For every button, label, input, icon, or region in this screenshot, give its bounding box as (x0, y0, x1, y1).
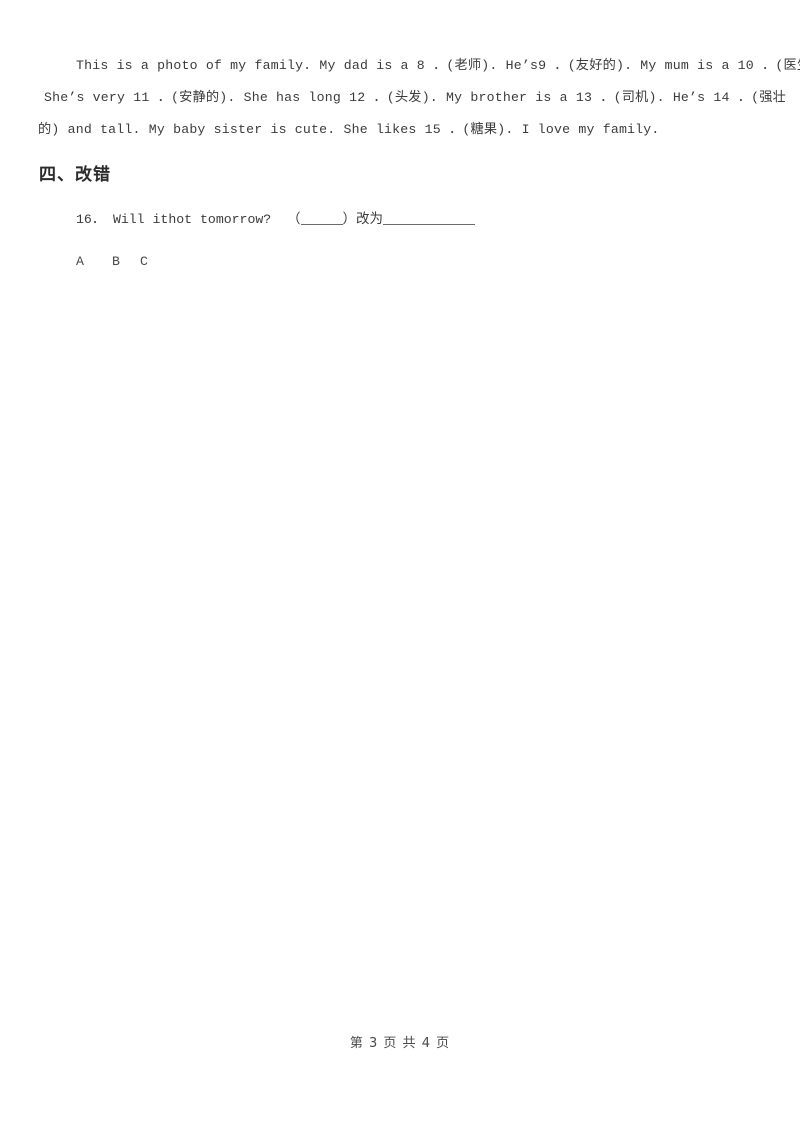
choice-c[interactable]: C (140, 254, 148, 269)
passage-line: 的) and tall. My baby sister is cute. She… (38, 122, 660, 137)
cloze-passage: This is a photo of my family. My dad is … (38, 50, 800, 146)
document-page: This is a photo of my family. My dad is … (0, 0, 800, 1132)
paren-open: （ (287, 211, 301, 227)
section-heading: 四、改错 (39, 165, 111, 185)
question-number: 16 (76, 212, 92, 227)
passage-line: She’s very 11 ．(安静的). She has long 12 ．(… (44, 90, 787, 105)
answer-blank-error[interactable] (300, 211, 343, 225)
question-separator: ． (91, 212, 106, 227)
answer-choices: ABC (76, 254, 148, 269)
question-stem: Will ithot tomorrow? (112, 212, 272, 227)
paren-close: ） (342, 211, 357, 227)
choice-a[interactable]: A (76, 254, 112, 269)
question-item-16: 16． Will ithot tomorrow? （ ）改为 (76, 207, 476, 227)
answer-blank-correction[interactable] (383, 211, 476, 225)
passage-line: This is a photo of my family. My dad is … (76, 58, 800, 73)
correction-instruction: 改为 (356, 211, 384, 227)
choice-b[interactable]: B (112, 254, 140, 269)
page-footer: 第 3 页 共 4 页 (349, 1036, 451, 1051)
